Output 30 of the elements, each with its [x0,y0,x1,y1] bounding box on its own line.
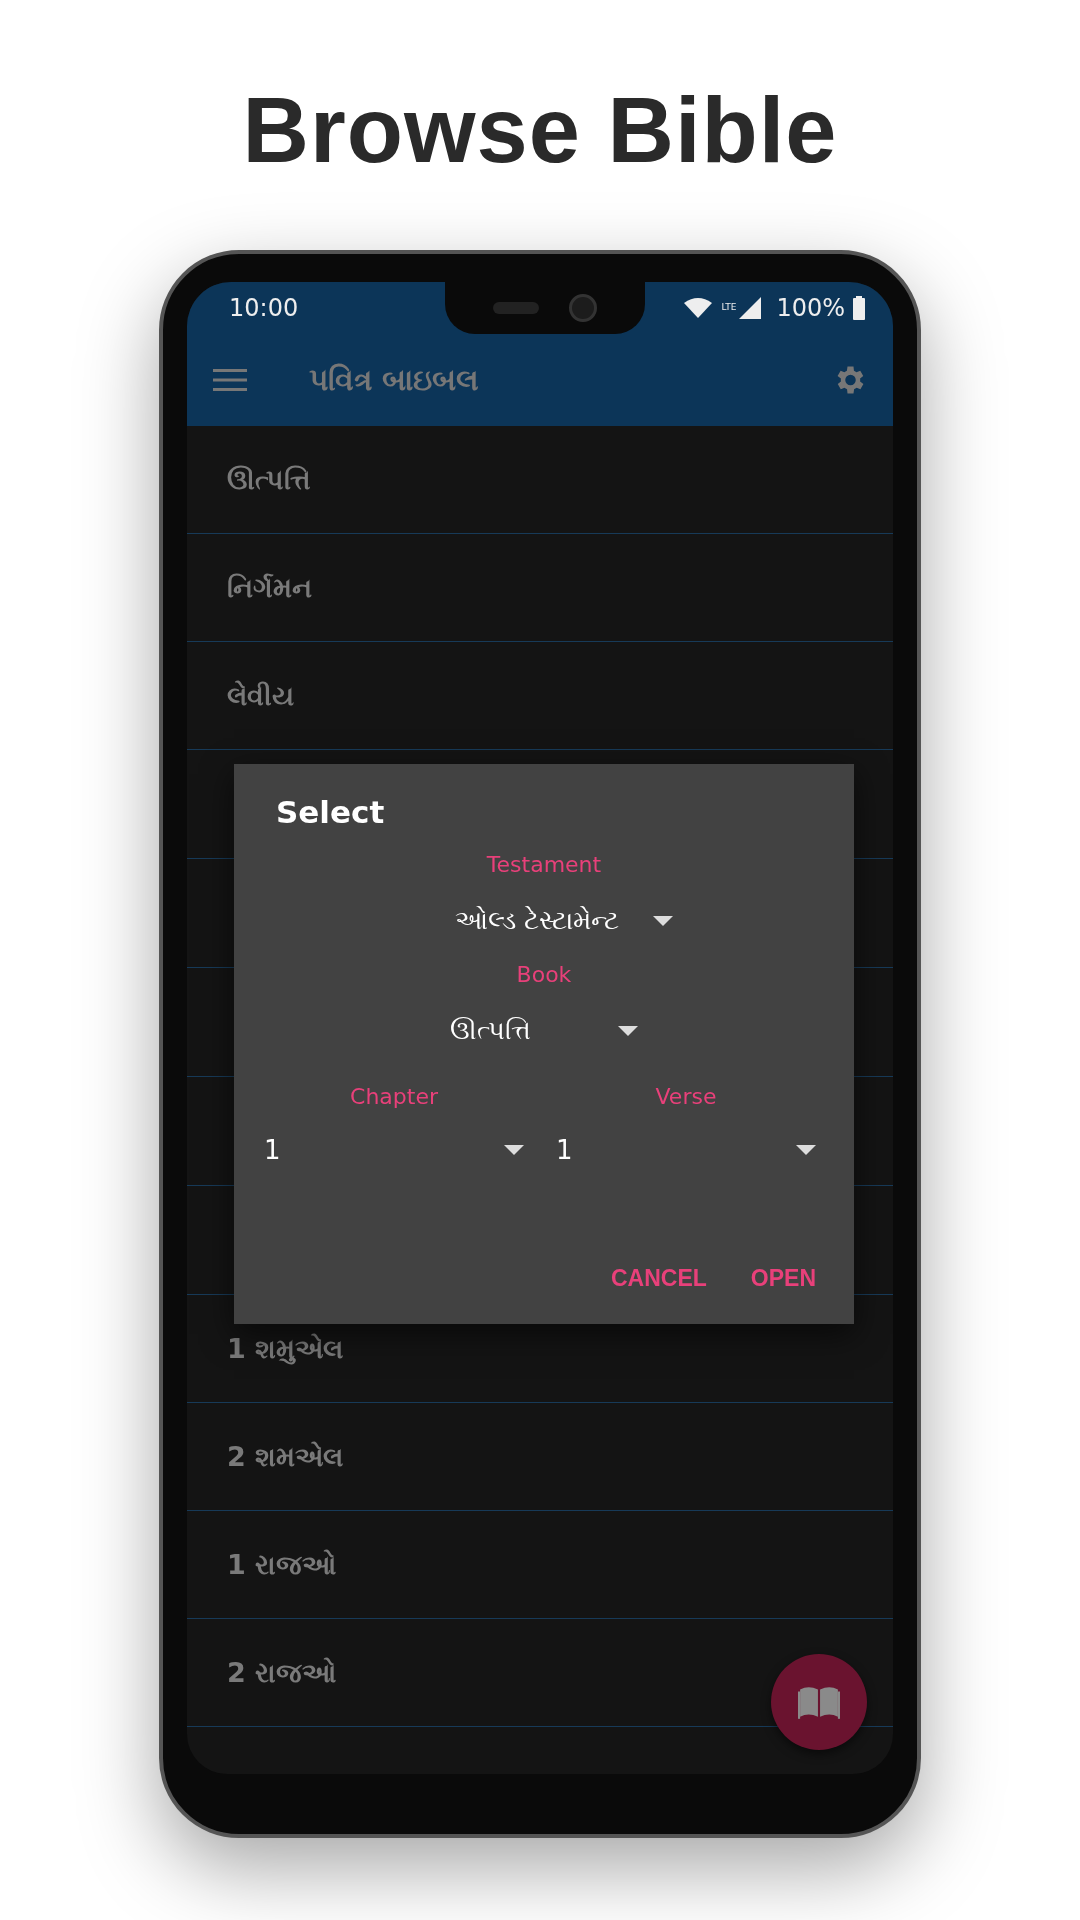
open-book-icon [798,1685,840,1719]
menu-icon[interactable] [213,368,247,392]
dialog-title: Select [276,794,386,830]
book-row[interactable]: નિર્ગમન [187,534,893,642]
open-button[interactable]: OPEN [746,1261,820,1296]
field-label: Verse [655,1084,717,1109]
headline: Browse Bible [242,78,838,183]
signal-icon [738,296,763,320]
battery-icon [853,296,865,320]
caret-icon [796,1145,816,1155]
cancel-button[interactable]: CANCEL [606,1261,711,1296]
book-row[interactable]: ઊત્પત્તિ [187,426,893,534]
caret-icon [618,1025,638,1036]
verse-dropdown[interactable]: 1 [550,1131,822,1169]
field-label: Book [516,962,572,987]
app-title: પવિત્ર બાઇબલ [309,362,481,398]
chapter-dropdown[interactable]: 1 [258,1131,530,1169]
wifi-icon [683,297,714,319]
status-time: 10:00 [229,294,299,322]
network-type: LTE [721,302,737,312]
book-row[interactable]: લેવીય [187,642,893,750]
testament-dropdown[interactable]: ઓલ્ડ ટેસ્ટામેન્ટ [449,901,679,940]
caret-icon [504,1145,524,1155]
book-row[interactable]: 2 શમએલ [187,1403,893,1511]
battery-level: 100% [776,294,845,322]
book-dropdown[interactable]: ઊત્પત્તિ [444,1011,644,1050]
field-label: Testament [486,852,602,877]
book-row[interactable]: 1 રાજઓ [187,1511,893,1619]
caret-icon [653,915,673,926]
field-label: Chapter [350,1084,438,1109]
